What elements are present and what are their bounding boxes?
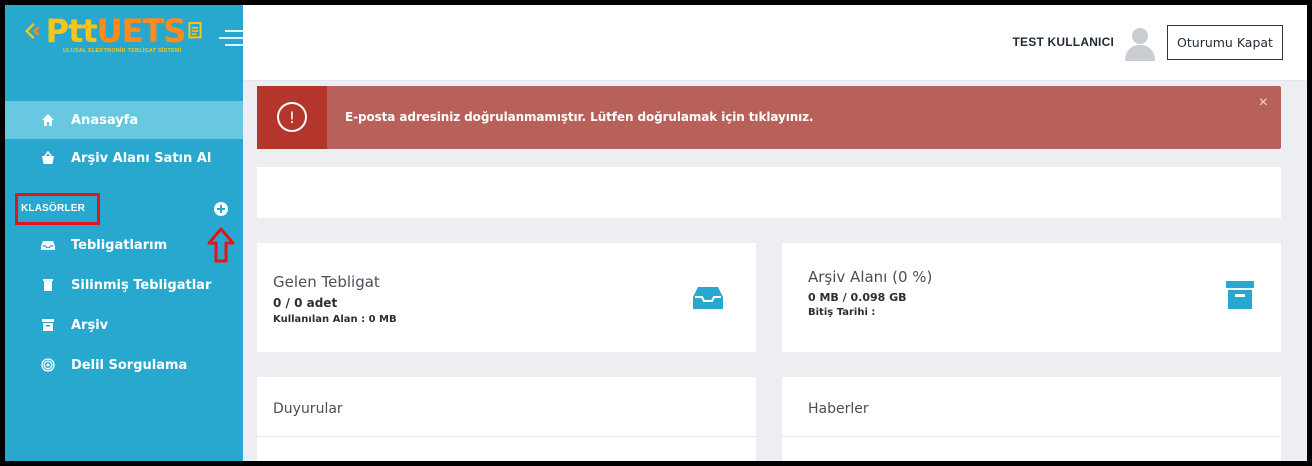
exclamation-circle-icon: !: [277, 102, 307, 132]
used-space: Kullanılan Alan : 0 MB: [273, 314, 397, 325]
sidebar-item-home[interactable]: Anasayfa: [5, 101, 243, 139]
archive-size: 0 MB / 0.098 GB: [808, 291, 907, 304]
archive-icon: [39, 316, 57, 334]
news-title: Haberler: [808, 401, 869, 417]
divider: [257, 436, 756, 437]
empty-panel: [257, 167, 1281, 218]
archive-space-card[interactable]: Arşiv Alanı (0 %) 0 MB / 0.098 GB Bitiş …: [782, 243, 1281, 352]
home-icon: [39, 111, 57, 129]
announcements-title: Duyurular: [273, 401, 343, 417]
top-bar: Ptt UETS ULUSAL ELEKTRONİK TEBLİGAT SİST…: [5, 5, 1307, 81]
logo-ptt-text: Ptt: [45, 12, 98, 50]
user-avatar-icon[interactable]: [1123, 25, 1157, 61]
sidebar-item-label: Arşiv: [71, 317, 109, 333]
email-verification-alert[interactable]: ! E-posta adresiniz doğrulanmamıştır. Lü…: [257, 86, 1281, 149]
hamburger-icon[interactable]: [219, 27, 243, 49]
basket-icon: [39, 149, 57, 167]
plus-circle-icon[interactable]: [214, 202, 228, 216]
alert-icon-area: !: [257, 86, 327, 149]
arrow-logo-icon: [25, 22, 40, 40]
divider: [782, 436, 1281, 437]
sidebar-item-evidence-query[interactable]: Delil Sorgulama: [5, 346, 243, 384]
sidebar-item-label: Tebligatlarım: [71, 237, 168, 253]
logo-uets-text: UETS: [96, 12, 187, 50]
incoming-notifications-card[interactable]: Gelen Tebligat 0 / 0 adet Kullanılan Ala…: [257, 243, 756, 352]
archive-box-icon: [1226, 281, 1254, 309]
inbox-icon: [693, 287, 723, 309]
sidebar-item-deleted[interactable]: Silinmiş Tebligatlar: [5, 266, 243, 304]
uets-logo[interactable]: Ptt UETS ULUSAL ELEKTRONİK TEBLİGAT SİST…: [25, 15, 205, 65]
sidebar-item-label: Arşiv Alanı Satın Al: [71, 150, 212, 166]
fingerprint-icon: [39, 356, 57, 374]
sidebar-item-buy-archive[interactable]: Arşiv Alanı Satın Al: [5, 139, 243, 177]
folders-section-label: KLASÖRLER: [21, 203, 86, 214]
logout-button[interactable]: Oturumu Kapat: [1167, 25, 1283, 60]
sidebar: Anasayfa Arşiv Alanı Satın Al KLASÖRLER …: [5, 81, 243, 461]
announcements-panel: Duyurular: [257, 377, 756, 461]
brand-area: Ptt UETS ULUSAL ELEKTRONİK TEBLİGAT SİST…: [5, 5, 243, 81]
sidebar-item-archive[interactable]: Arşiv: [5, 306, 243, 344]
alert-message[interactable]: E-posta adresiniz doğrulanmamıştır. Lütf…: [345, 110, 814, 124]
sidebar-item-label: Silinmiş Tebligatlar: [71, 277, 212, 293]
card-title: Arşiv Alanı (0 %): [808, 268, 933, 286]
trash-icon: [39, 276, 57, 294]
document-logo-icon: [188, 21, 202, 39]
app-window: Ptt UETS ULUSAL ELEKTRONİK TEBLİGAT SİST…: [5, 5, 1307, 461]
sidebar-item-notifications[interactable]: Tebligatlarım: [5, 226, 243, 264]
notification-count: 0 / 0 adet: [273, 296, 338, 310]
user-name[interactable]: TEST KULLANICI: [1013, 35, 1114, 49]
news-panel: Haberler: [782, 377, 1281, 461]
inbox-icon: [39, 236, 57, 254]
archive-end-date: Bitiş Tarihi :: [808, 307, 876, 318]
card-title: Gelen Tebligat: [273, 273, 380, 291]
close-icon[interactable]: ×: [1259, 94, 1268, 112]
sidebar-item-label: Anasayfa: [71, 112, 139, 128]
sidebar-item-label: Delil Sorgulama: [71, 357, 188, 373]
